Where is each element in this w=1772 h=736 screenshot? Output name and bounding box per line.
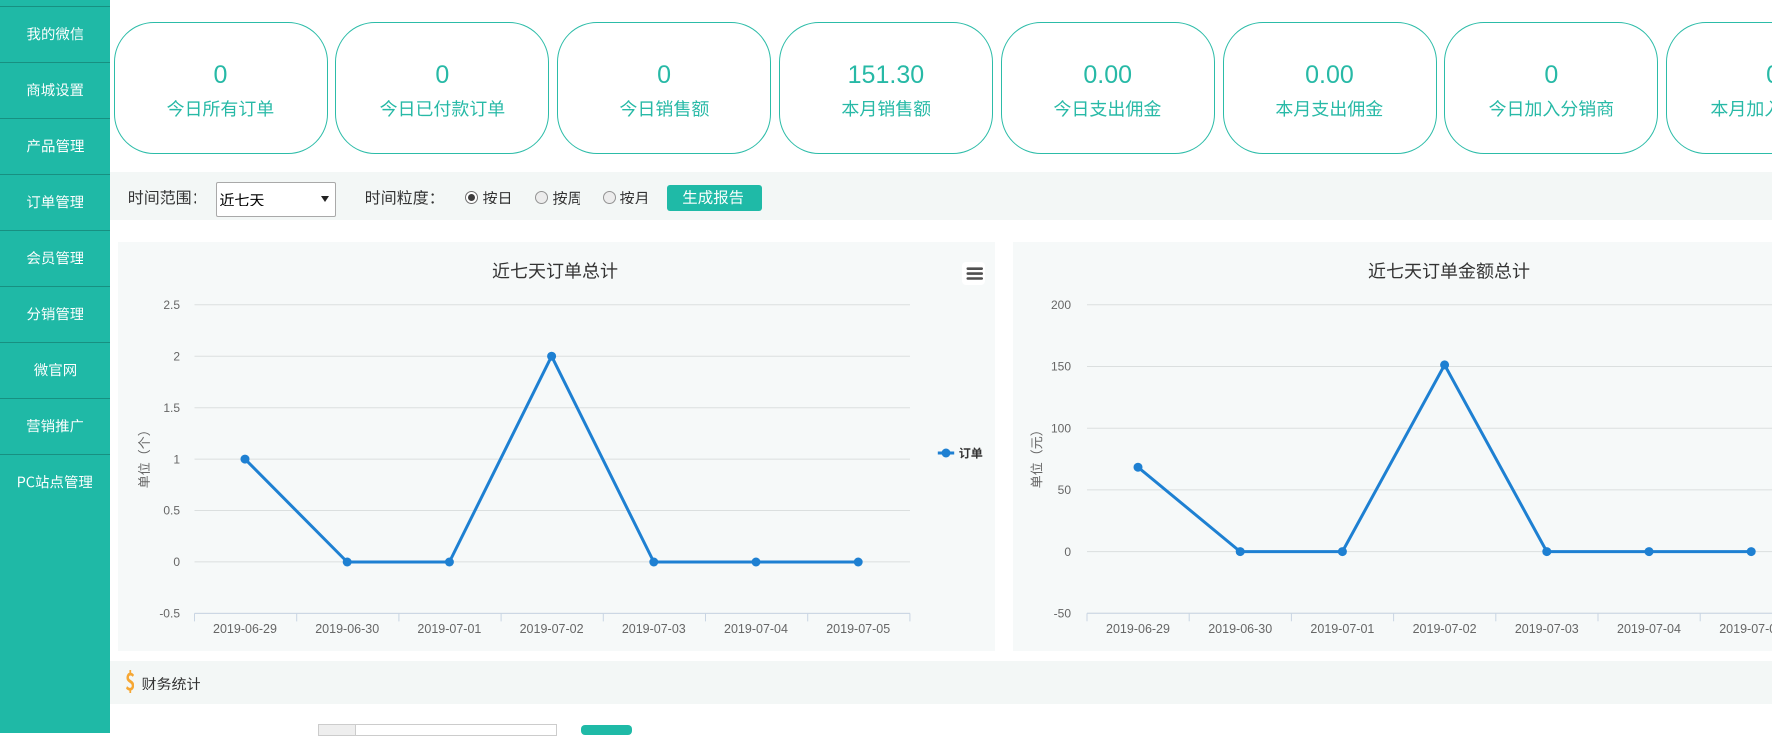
svg-text:2019-07-05: 2019-07-05 [826,622,890,636]
svg-text:0: 0 [173,555,180,569]
svg-text:2019-07-01: 2019-07-01 [1310,622,1374,636]
svg-text:1: 1 [173,452,180,466]
svg-text:-50: -50 [1054,607,1072,621]
svg-text:2019-07-03: 2019-07-03 [1515,622,1579,636]
svg-text:2019-07-05: 2019-07-05 [1719,622,1772,636]
svg-text:0.5: 0.5 [163,504,180,518]
svg-text:2.5: 2.5 [163,298,180,312]
svg-text:2019-06-30: 2019-06-30 [315,622,379,636]
svg-text:1.5: 1.5 [163,401,180,415]
svg-text:2: 2 [173,349,180,363]
svg-text:2019-06-29: 2019-06-29 [213,622,277,636]
svg-text:200: 200 [1051,298,1071,312]
svg-text:-0.5: -0.5 [159,607,180,621]
svg-text:2019-07-02: 2019-07-02 [1413,622,1477,636]
svg-text:2019-07-04: 2019-07-04 [724,622,788,636]
svg-text:100: 100 [1051,421,1071,435]
svg-text:2019-07-02: 2019-07-02 [520,622,584,636]
svg-text:150: 150 [1051,360,1071,374]
svg-text:2019-07-04: 2019-07-04 [1617,622,1681,636]
svg-text:2019-06-30: 2019-06-30 [1208,622,1272,636]
svg-text:2019-06-29: 2019-06-29 [1106,622,1170,636]
svg-text:2019-07-01: 2019-07-01 [417,622,481,636]
svg-text:0: 0 [1064,545,1071,559]
svg-text:50: 50 [1058,483,1072,497]
svg-text:2019-07-03: 2019-07-03 [622,622,686,636]
